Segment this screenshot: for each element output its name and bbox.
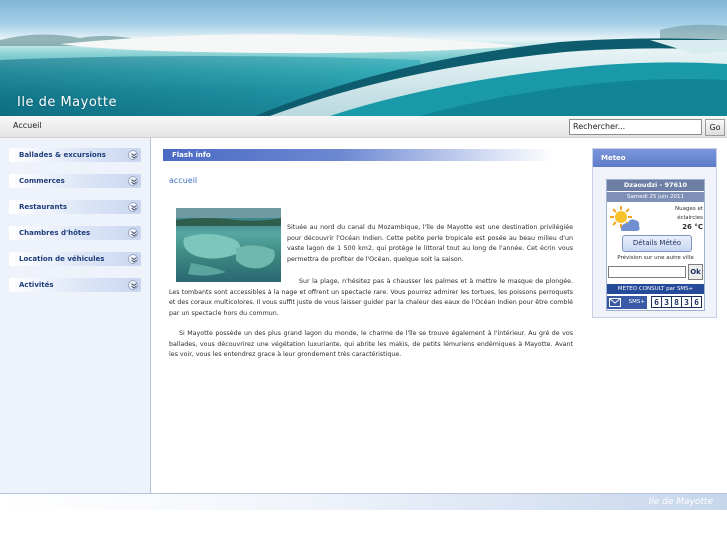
sms-digit: 6	[691, 296, 702, 308]
sidebar-item-label: Activités	[19, 281, 54, 289]
lagoon-photo	[176, 208, 281, 282]
sidebar-item-label: Restaurants	[19, 203, 68, 211]
sidebar-item-commerces[interactable]: Commerces	[9, 174, 141, 188]
weather-date: Samedi 25 juin 2011	[607, 192, 704, 202]
weather-location: Dzaoudzi - 97610	[607, 180, 704, 191]
interior-paragraph: Si Mayotte possède un des plus grand lag…	[169, 330, 573, 359]
meteo-title: Meteo	[601, 154, 626, 162]
weather-condition: Nuages et éclaircies	[647, 205, 703, 223]
other-city-label: Prévision sur une autre ville	[617, 255, 694, 261]
weather-condition-line2: éclaircies	[677, 215, 703, 221]
sun-cloud-icon	[610, 206, 640, 231]
sms-number: 6 3 8 3 6	[651, 296, 704, 309]
meteo-consult-link[interactable]: METEO CONSULT par SMS+	[607, 284, 704, 294]
sidebar-item-label: Chambres d'hôtes	[19, 229, 91, 237]
beach-paragraph: Sur la plage, n'hésitez pas à chausser l…	[169, 278, 573, 317]
chevron-down-icon[interactable]	[128, 254, 138, 264]
sidebar-item-label: Ballades & excursions	[19, 151, 106, 159]
chevron-down-icon[interactable]	[128, 202, 138, 212]
meteo-panel: Meteo Dzaoudzi - 97610 Samedi 25 juin 20…	[592, 148, 717, 318]
footer: Ile de Mayotte	[0, 493, 727, 510]
footer-text: Ile de Mayotte	[648, 497, 713, 507]
sms-label: SMS+	[628, 299, 645, 305]
sidebar-menu: Ballades & excursions Commerces Restaura…	[0, 138, 151, 493]
intro-paragraph: Située au nord du canal du Mozambique, l…	[287, 224, 573, 263]
weather-condition-line1: Nuages et	[675, 206, 703, 212]
weather-widget: Dzaoudzi - 97610 Samedi 25 juin 2011 Nua…	[606, 179, 705, 311]
top-navbar: Accueil Rechercher... Go	[0, 116, 727, 138]
sidebar-item-label: Commerces	[19, 177, 65, 185]
city-ok-button[interactable]: Ok	[688, 264, 703, 280]
sidebar-item-location[interactable]: Location de véhicules	[9, 252, 141, 266]
chevron-down-icon[interactable]	[128, 150, 138, 160]
sidebar-item-restaurants[interactable]: Restaurants	[9, 200, 141, 214]
page-title: accueil	[169, 176, 198, 185]
chevron-down-icon[interactable]	[128, 280, 138, 290]
sidebar-item-ballades[interactable]: Ballades & excursions	[9, 148, 141, 162]
breadcrumb-home-link[interactable]: Accueil	[13, 121, 42, 130]
weather-temperature: 26 °C	[682, 223, 703, 231]
page: Ile de Mayotte Accueil Rechercher... Go …	[0, 0, 727, 545]
search-go-button[interactable]: Go	[705, 119, 725, 136]
flash-info-bar: Flash info	[163, 149, 555, 161]
header-banner: Ile de Mayotte	[0, 0, 727, 116]
search-input[interactable]: Rechercher...	[569, 119, 702, 135]
city-input[interactable]	[608, 266, 686, 278]
sms-badge[interactable]: SMS+	[607, 296, 647, 309]
chevron-down-icon[interactable]	[128, 176, 138, 186]
site-title: Ile de Mayotte	[17, 95, 117, 110]
flash-info-label: Flash info	[172, 151, 211, 159]
envelope-icon	[609, 298, 621, 307]
sidebar-item-chambres[interactable]: Chambres d'hôtes	[9, 226, 141, 240]
meteo-details-button[interactable]: Détails Météo	[622, 235, 692, 252]
chevron-down-icon[interactable]	[128, 228, 138, 238]
meteo-header: Meteo	[593, 149, 716, 167]
sidebar-item-activites[interactable]: Activités	[9, 278, 141, 292]
sidebar-item-label: Location de véhicules	[19, 255, 105, 263]
